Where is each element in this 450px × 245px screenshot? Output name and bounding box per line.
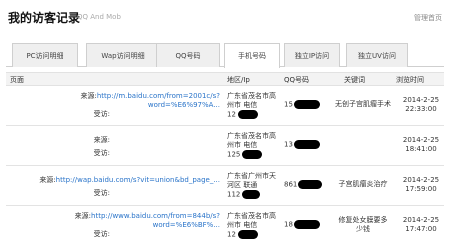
ip-value: 125 (227, 150, 241, 159)
redacted-mark (293, 140, 320, 149)
redacted-mark (298, 180, 323, 189)
table-row: 来源:http://wap.baidu.com/s?vit=union&bd_p… (6, 166, 444, 206)
time-cell: 2014-2-25 22:33:00 (398, 96, 444, 114)
redacted-mark (293, 220, 320, 229)
page-subtitle: QQ And Mob (77, 13, 121, 21)
qq-value: 13 (284, 140, 293, 149)
region-carrier: 州市 电信 (227, 101, 258, 109)
source-label: 来源: (74, 212, 92, 220)
header-page: 页面 (10, 76, 24, 84)
qq-cell: 13 (284, 140, 344, 150)
table-row: 来源:http://www.baidu.com/from=844b/s? wor… (6, 206, 444, 245)
source-label: 来源: (39, 176, 56, 184)
page-cell: 来源:http://wap.baidu.com/s?vit=union&bd_p… (10, 176, 220, 198)
time-cell: 2014-2-25 17:47:00 (398, 216, 444, 234)
region-text: 广东省茂名市高 (227, 92, 276, 100)
keyword-cell: 修复处女膜要多 少钱 (331, 216, 395, 234)
tab-unique-uv[interactable]: 独立UV访问 (346, 43, 408, 67)
redacted-mark (237, 110, 258, 119)
page-cell: 来源: 受访: (10, 136, 220, 158)
region-cell: 广东省茂名市高 州市 电信 125 (227, 132, 283, 160)
page-title: 我的访客记录 (8, 11, 81, 25)
region-carrier: 州市 电信 (227, 221, 258, 229)
header-qq: QQ号码 (284, 76, 310, 84)
redacted-mark (293, 100, 320, 109)
region-carrier: 河区 联通 (227, 181, 258, 189)
header-keyword: 关键词 (344, 76, 365, 84)
qq-value: 15 (284, 100, 293, 109)
table-header: 页面 地区/Ip QQ号码 关键词 浏览时间 (6, 72, 444, 86)
tab-pc-visits[interactable]: PC访问明细 (12, 43, 78, 67)
page-cell: 来源:http://www.baidu.com/from=844b/s? wor… (10, 212, 220, 239)
time-cell: 2014-2-25 18:41:00 (398, 136, 444, 154)
source-label: 来源: (80, 92, 97, 100)
region-cell: 广东省茂名市高 州市 电信 12 (227, 212, 283, 240)
visited-label: 受访: (93, 149, 110, 157)
visit-time: 22:33:00 (405, 105, 437, 113)
region-text: 广东省茂名市高 (227, 212, 276, 220)
ip-value: 12 (227, 230, 236, 239)
qq-value: 861 (284, 180, 298, 189)
region-cell: 广东省广州市天 河区 联通 112 (227, 172, 283, 200)
tab-wap-visits[interactable]: Wap访问明细 (86, 43, 160, 67)
keyword-line: 修复处女膜要多 (338, 216, 388, 224)
time-cell: 2014-2-25 17:59:00 (398, 176, 444, 194)
keyword-line: 少钱 (356, 225, 370, 233)
tab-mobile-numbers[interactable]: 手机号码 (224, 43, 280, 68)
source-link[interactable]: http://www.baidu.com/from=844b/s? (91, 212, 220, 220)
table-row: 来源: 受访: 广东省茂名市高 州市 电信 125 13 2014-2-25 1… (6, 126, 444, 166)
page-header: 我的访客记录 QQ And Mob 管理首页 (0, 0, 450, 32)
source-link-cont[interactable]: word=%E6%BF%... (153, 221, 220, 229)
visited-label: 受访: (93, 189, 110, 197)
redacted-mark (237, 230, 258, 239)
visit-date: 2014-2-25 (402, 136, 440, 144)
tab-unique-ip[interactable]: 独立IP访问 (284, 43, 340, 67)
source-link[interactable]: http://wap.baidu.com/s?vit=union&bd_page… (56, 176, 220, 184)
source-label: 来源: (93, 136, 110, 144)
visited-label: 受访: (93, 230, 110, 238)
page-cell: 来源:http://m.baidu.com/from=2001c/s? word… (10, 92, 220, 119)
visit-date: 2014-2-25 (402, 96, 440, 104)
ip-value: 12 (227, 110, 236, 119)
source-link[interactable]: http://m.baidu.com/from=2001c/s? (97, 92, 220, 100)
region-cell: 广东省茂名市高 州市 电信 12 (227, 92, 283, 120)
visit-date: 2014-2-25 (402, 176, 440, 184)
header-time: 浏览时间 (396, 76, 424, 84)
redacted-mark (242, 150, 263, 159)
qq-value: 18 (284, 220, 293, 229)
keyword-cell: 子宫肌瘤炎治疗 (338, 180, 388, 188)
header-region-ip: 地区/Ip (227, 76, 250, 84)
ip-value: 112 (227, 190, 241, 199)
region-text: 广东省茂名市高 (227, 132, 276, 140)
visit-time: 18:41:00 (405, 145, 437, 153)
tab-bar: PC访问明细 Wap访问明细 QQ号码 手机号码 独立IP访问 独立UV访问 (6, 43, 444, 68)
visit-time: 17:47:00 (405, 225, 437, 233)
keyword-cell: 无创子宫肌瘤手术 (335, 100, 391, 108)
source-link-cont[interactable]: word=%E6%97%A... (148, 101, 220, 109)
visit-time: 17:59:00 (405, 185, 437, 193)
redacted-mark (242, 190, 261, 199)
tab-qq-numbers[interactable]: QQ号码 (156, 43, 220, 67)
manage-home-link[interactable]: 管理首页 (414, 13, 442, 23)
visited-label: 受访: (93, 110, 110, 118)
region-carrier: 州市 电信 (227, 141, 258, 149)
table-row: 来源:http://m.baidu.com/from=2001c/s? word… (6, 86, 444, 126)
region-text: 广东省广州市天 (227, 172, 276, 180)
visit-date: 2014-2-25 (402, 216, 440, 224)
